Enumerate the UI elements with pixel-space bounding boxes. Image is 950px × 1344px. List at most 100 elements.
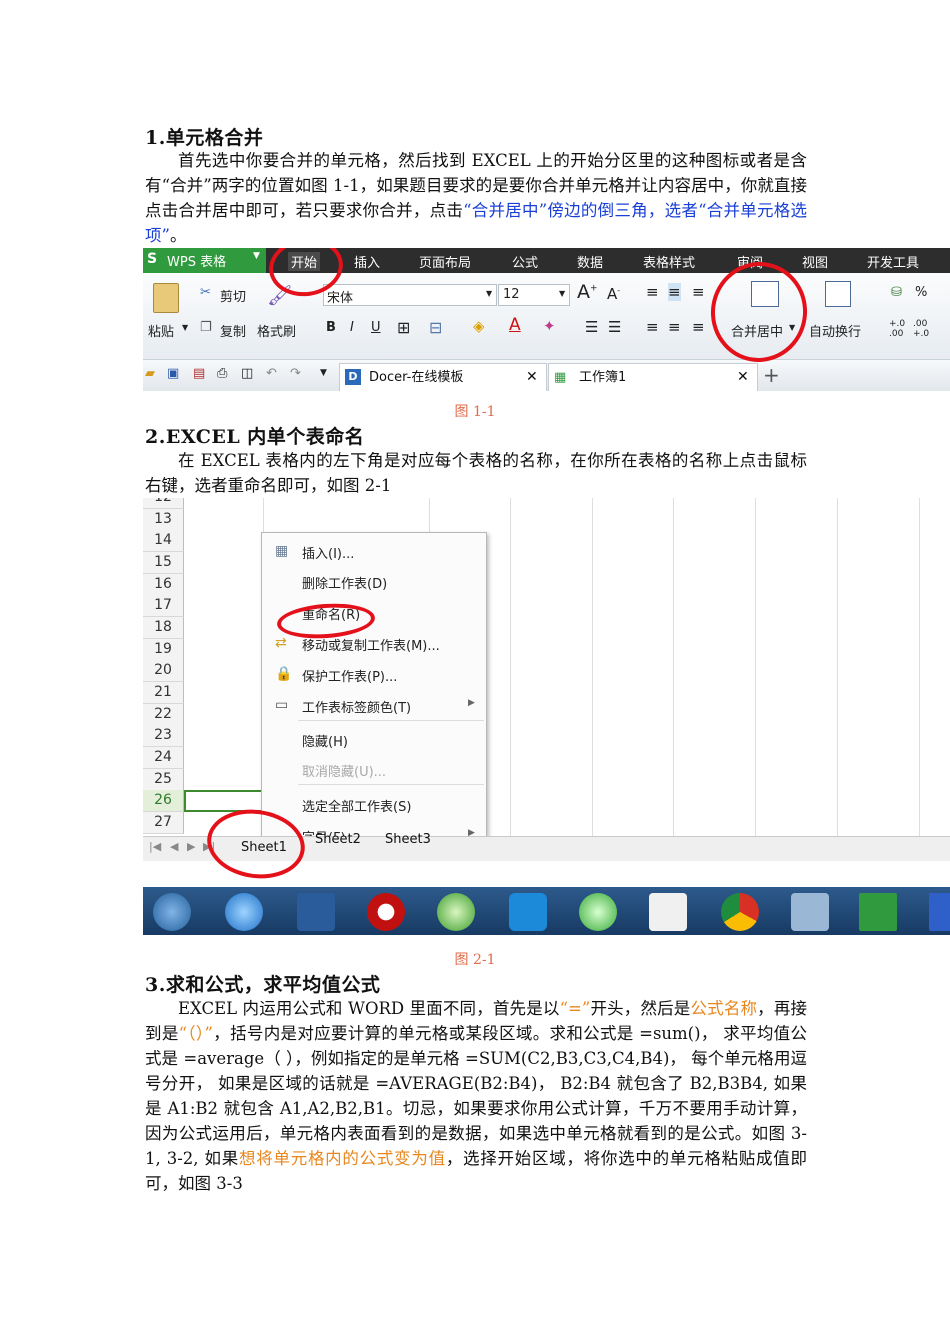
align-top-icon[interactable]: ≡ [646, 283, 659, 301]
wrap-text-button[interactable]: 自动换行 [809, 321, 861, 340]
font-name-select[interactable]: 宋体 ▼ [323, 284, 497, 306]
currency-icon[interactable]: ⛁ [891, 285, 902, 300]
increase-font-icon[interactable]: A+ [577, 281, 598, 303]
align-middle-icon[interactable]: ≡ [668, 283, 681, 301]
quick-access-dropdown-icon[interactable]: ▼ [320, 368, 327, 378]
new-tab-icon[interactable]: + [763, 363, 780, 387]
indent-icon[interactable]: ☰ [585, 318, 598, 336]
clear-format-icon[interactable]: ✦ [543, 317, 556, 335]
grid-col-line [755, 498, 756, 836]
row-header[interactable]: 22 [143, 704, 184, 726]
format-painter-button[interactable]: 格式刷 [257, 321, 296, 340]
row-header[interactable]: 13 [143, 509, 184, 531]
font-size-select[interactable]: 12 ▼ [498, 284, 570, 306]
menu-tab-page-layout[interactable]: 页面布局 [419, 252, 471, 271]
menu-tab-view[interactable]: 视图 [802, 252, 828, 271]
cell-style-icon[interactable]: ⊟ [429, 318, 442, 337]
section2-text: 在 EXCEL 表格内的左下角是对应每个表格的名称，在你所在表格的名称上点击鼠标… [145, 451, 807, 495]
prev-sheet-icon[interactable]: ◀ [170, 840, 178, 853]
row-header[interactable]: 17 [143, 595, 184, 617]
grid-col-line [919, 498, 920, 836]
align-bottom-icon[interactable]: ≡ [692, 283, 705, 301]
figure-2-1-caption: 图 2-1 [454, 952, 496, 968]
notes-app-icon[interactable] [791, 893, 829, 931]
fill-color-icon[interactable]: ◈ [473, 317, 485, 335]
close-tab-icon[interactable]: ✕ [526, 364, 538, 391]
paste-button[interactable]: 粘贴 [148, 321, 174, 340]
wrap-text-icon[interactable] [825, 281, 851, 307]
file-explorer-icon[interactable] [297, 893, 335, 931]
row-header[interactable]: 12 [143, 498, 184, 509]
menu-tab-developer[interactable]: 开发工具 [867, 252, 919, 271]
print-icon[interactable]: ⎙ [217, 366, 227, 381]
increase-decimal-icon[interactable]: +.0.00 [889, 319, 905, 339]
row-header[interactable]: 20 [143, 660, 184, 682]
menu-tab-table-style[interactable]: 表格样式 [643, 252, 695, 271]
menu-item-select-all-sheets[interactable]: 选定全部工作表(S) [302, 796, 411, 815]
baidu-app-icon[interactable] [509, 893, 547, 931]
next-sheet-icon[interactable]: ▶ [187, 840, 195, 853]
border-icon[interactable]: ⊞ [397, 318, 410, 337]
paste-icon[interactable] [153, 283, 179, 313]
start-button-icon[interactable] [153, 893, 191, 931]
paste-dropdown-icon[interactable]: ▼ [182, 323, 188, 332]
font-color-icon[interactable]: A [509, 315, 521, 335]
export-pdf-icon[interactable]: ▤ [193, 366, 205, 381]
row-header[interactable]: 25 [143, 769, 184, 791]
security-app-icon[interactable] [579, 893, 617, 931]
doc-tab-docer[interactable]: D Docer-在线模板 ✕ [339, 363, 547, 391]
row-header[interactable]: 15 [143, 552, 184, 574]
percent-button[interactable]: % [915, 285, 927, 300]
align-right-icon[interactable]: ≡ [692, 318, 705, 336]
section3-orange-2: 公式名称 [690, 999, 758, 1018]
align-left-icon[interactable]: ≡ [646, 318, 659, 336]
decrease-font-icon[interactable]: A- [607, 285, 620, 303]
menu-item-insert[interactable]: 插入(I)... [302, 543, 354, 562]
menu-tab-formula[interactable]: 公式 [512, 252, 538, 271]
spreadsheet-icon: ▦ [554, 370, 567, 385]
row-header-selected[interactable]: 26 [143, 790, 184, 812]
row-header[interactable]: 14 [143, 530, 184, 552]
redo-icon[interactable]: ↷ [290, 366, 301, 381]
wps-spreadsheet-icon[interactable] [859, 893, 897, 931]
row-header[interactable]: 16 [143, 574, 184, 596]
row-header[interactable]: 23 [143, 725, 184, 747]
move-copy-icon: ⇄ [275, 635, 287, 651]
underline-icon[interactable]: U [371, 320, 381, 335]
undo-icon[interactable]: ↶ [266, 366, 277, 381]
media-player-icon[interactable] [367, 893, 405, 931]
outdent-icon[interactable]: ☰ [608, 318, 621, 336]
ie-browser-icon[interactable] [225, 893, 263, 931]
sheet-tab-2[interactable]: Sheet2 [315, 832, 361, 847]
menu-tab-insert[interactable]: 插入 [354, 252, 380, 271]
close-tab-icon[interactable]: ✕ [737, 364, 749, 391]
menu-item-hide[interactable]: 隐藏(H) [302, 731, 348, 750]
sheet-tab-3[interactable]: Sheet3 [385, 832, 431, 847]
italic-icon[interactable]: I [350, 320, 354, 335]
editor-app-icon[interactable] [649, 893, 687, 931]
row-header[interactable]: 24 [143, 747, 184, 769]
section3-heading: 3.求和公式，求平均值公式 [145, 974, 381, 996]
first-sheet-icon[interactable]: |◀ [149, 840, 161, 853]
cut-button[interactable]: 剪切 [220, 286, 246, 305]
wps-writer-icon[interactable] [929, 893, 950, 931]
print-preview-icon[interactable]: ◫ [241, 366, 253, 381]
chrome-browser-icon[interactable] [721, 893, 759, 931]
row-header[interactable]: 21 [143, 682, 184, 704]
save-icon[interactable]: ▣ [167, 366, 179, 381]
app-logo[interactable]: S WPS 表格 ▼ [143, 248, 266, 273]
menu-item-tab-color[interactable]: 工作表标签颜色(T) [302, 697, 411, 716]
decrease-decimal-icon[interactable]: .00 +.0 [913, 319, 929, 339]
row-header[interactable]: 18 [143, 617, 184, 639]
bold-icon[interactable]: B [326, 320, 336, 335]
row-header[interactable]: 19 [143, 639, 184, 661]
row-header[interactable]: 27 [143, 812, 184, 834]
open-folder-icon[interactable]: ▰ [145, 366, 155, 381]
video-player-icon[interactable] [437, 893, 475, 931]
align-center-icon[interactable]: ≡ [668, 318, 681, 336]
copy-button[interactable]: 复制 [220, 321, 246, 340]
menu-item-delete-sheet[interactable]: 删除工作表(D) [302, 573, 387, 592]
menu-item-protect[interactable]: 保护工作表(P)... [302, 666, 397, 685]
doc-tab-workbook[interactable]: ▦ 工作簿1 ✕ [548, 363, 758, 391]
menu-tab-data[interactable]: 数据 [577, 252, 603, 271]
